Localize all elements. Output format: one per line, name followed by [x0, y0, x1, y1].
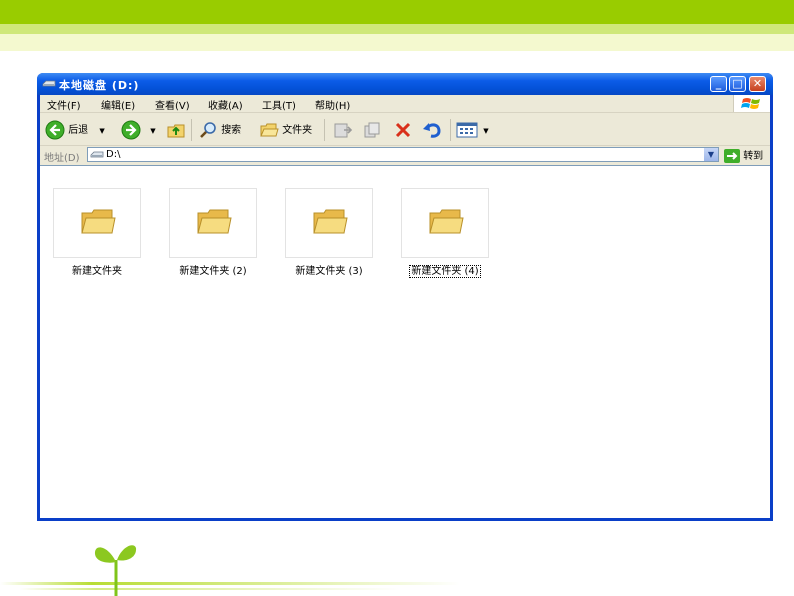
close-button[interactable]: ✕	[749, 76, 766, 92]
back-button[interactable]: 后退 ▼	[45, 120, 105, 140]
folder-item[interactable]	[53, 188, 141, 258]
menu-help[interactable]: 帮助(H)	[315, 97, 350, 112]
drive-icon	[42, 80, 56, 87]
toolbar-separator	[324, 119, 325, 141]
undo-button[interactable]	[421, 120, 443, 140]
address-label: 地址(D)	[44, 153, 80, 164]
menu-view[interactable]: 查看(V)	[155, 97, 190, 112]
toolbar-separator	[191, 119, 192, 141]
search-button[interactable]: 搜索	[198, 120, 241, 140]
go-button[interactable]: 转到	[724, 147, 763, 163]
search-label: 搜索	[221, 125, 242, 136]
forward-arrow-icon	[121, 120, 141, 140]
undo-icon	[423, 123, 441, 138]
views-icon	[456, 122, 478, 138]
menu-tools[interactable]: 工具(T)	[262, 97, 296, 112]
folder-label[interactable]: 新建文件夹 (3)	[269, 262, 389, 277]
folder-item[interactable]	[285, 188, 373, 258]
menu-bar: 文件(F) 编辑(E) 查看(V) 收藏(A) 工具(T) 帮助(H)	[40, 95, 770, 113]
folder-icon	[313, 209, 348, 234]
slide-top-band-pale	[0, 34, 794, 51]
folder-label[interactable]: 新建文件夹 (2)	[153, 262, 273, 277]
windows-logo	[733, 95, 770, 112]
window-title: 本地磁盘 (D:)	[59, 79, 140, 92]
menu-favorites[interactable]: 收藏(A)	[208, 97, 243, 112]
folders-label: 文件夹	[282, 125, 313, 136]
menu-file[interactable]: 文件(F)	[47, 97, 81, 112]
up-folder-icon	[167, 124, 185, 138]
folder-icon	[81, 209, 116, 234]
move-to-button[interactable]	[332, 120, 354, 140]
menu-edit[interactable]: 编辑(E)	[101, 97, 135, 112]
slide-top-band-light	[0, 24, 794, 34]
address-input[interactable]: D:\ ▼	[87, 147, 719, 162]
folder-label-selected[interactable]: 新建文件夹 (4)	[385, 262, 505, 278]
window-client: 文件(F) 编辑(E) 查看(V) 收藏(A) 工具(T) 帮助(H) 后退 ▼…	[40, 95, 770, 518]
sprout-decoration	[0, 545, 460, 596]
back-dropdown-icon[interactable]: ▼	[99, 127, 104, 135]
copy-to-button[interactable]	[362, 120, 384, 140]
folder-icon	[197, 209, 232, 234]
search-icon	[200, 122, 216, 138]
go-label: 转到	[743, 151, 764, 162]
back-arrow-icon	[45, 120, 65, 140]
folders-icon	[260, 123, 279, 137]
toolbar-separator	[450, 119, 451, 141]
drive-icon	[90, 151, 104, 158]
delete-icon	[395, 122, 411, 138]
forward-button[interactable]: ▼	[121, 120, 156, 140]
folder-item-selected[interactable]	[401, 188, 489, 258]
move-to-icon	[334, 123, 353, 138]
folder-label[interactable]: 新建文件夹	[37, 262, 157, 277]
delete-button[interactable]	[393, 120, 413, 140]
minimize-button[interactable]: _	[710, 76, 727, 92]
maximize-button[interactable]: □	[729, 76, 746, 92]
copy-to-icon	[364, 122, 380, 138]
explorer-window: 本地磁盘 (D:) _ □ ✕ 文件(F) 编辑(E) 查看(V) 收藏(A) …	[37, 73, 773, 521]
file-list: 新建文件夹 新建文件夹 (2) 新建文件夹 (3) 新建文件夹 (4)	[40, 165, 770, 518]
slide-top-band	[0, 0, 794, 24]
views-dropdown-icon[interactable]: ▼	[483, 127, 488, 135]
folders-button[interactable]: 文件夹	[259, 120, 312, 140]
views-button[interactable]: ▼	[456, 120, 489, 140]
folder-item[interactable]	[169, 188, 257, 258]
up-folder-button[interactable]	[166, 120, 186, 140]
forward-dropdown-icon[interactable]: ▼	[150, 127, 155, 135]
title-bar[interactable]: 本地磁盘 (D:) _ □ ✕	[37, 73, 773, 95]
address-bar: 地址(D) D:\ ▼ 转到	[40, 146, 770, 164]
go-arrow-icon	[724, 149, 740, 163]
folder-icon	[429, 209, 464, 234]
address-value: D:\	[106, 149, 121, 160]
address-dropdown-icon[interactable]: ▼	[704, 148, 718, 161]
back-label: 后退	[68, 125, 89, 136]
toolbar: 后退 ▼ ▼ 搜索 文件夹 ▼	[40, 113, 770, 146]
